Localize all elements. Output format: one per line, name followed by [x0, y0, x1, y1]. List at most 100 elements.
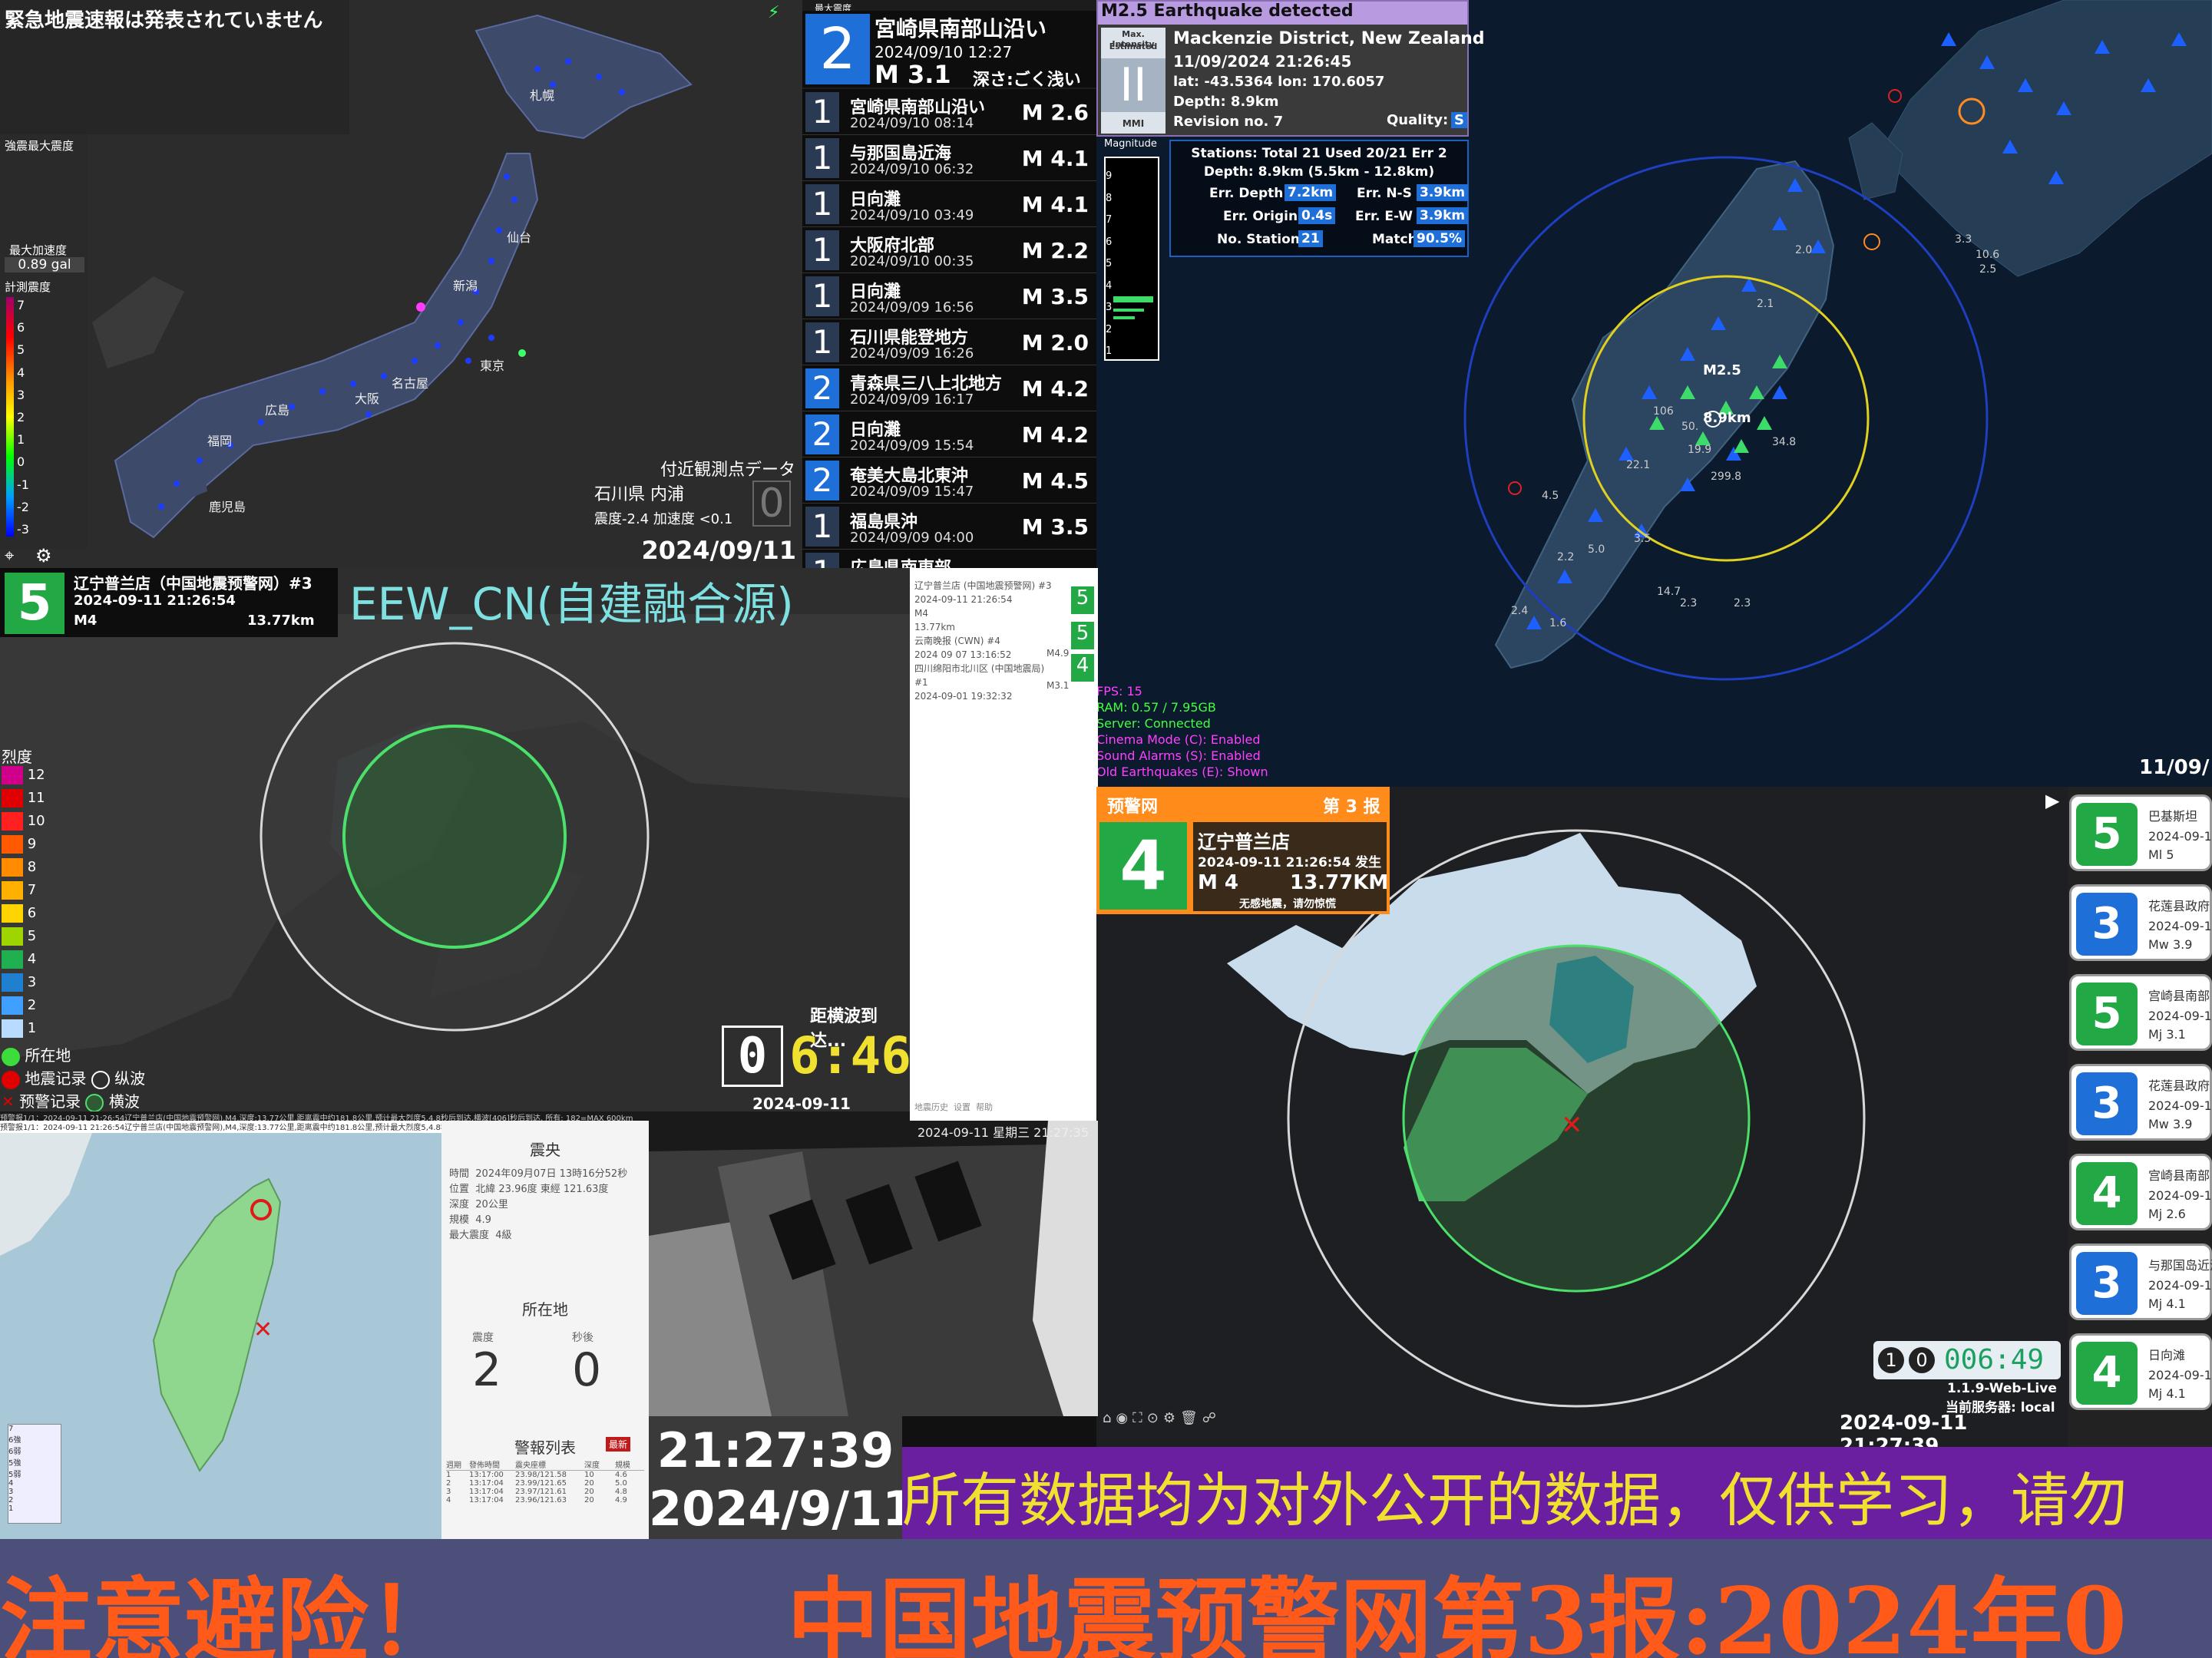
city-label: 仙台 [507, 230, 531, 245]
cn-legend-title: 烈度 [2, 748, 32, 766]
station-value: 2.2 [1557, 551, 1574, 563]
quake-mag: M 4.2 [1021, 376, 1089, 401]
tw-alert-row: 4 13:17:04 23.96/121.63 20 4.9 [446, 1496, 627, 1504]
shindo-badge: 1 [805, 184, 839, 224]
quake-time: 2024/09/10 03:49 [850, 207, 974, 223]
liaoning-eew-panel: ✕ 预警网 第 3 报 4 辽宁普兰店 2024-09-11 21:26:54 … [1096, 787, 2068, 1447]
quake-time: 2024/09/10 00:35 [850, 253, 974, 269]
ln-toolbar-icons[interactable]: ⌂◉⛶⊙⚙🗑☍ [1103, 1410, 1221, 1426]
history-card[interactable]: 5 宫崎县南部 2024-09-1 Mj 3.1 [2069, 974, 2212, 1051]
near-station: 石川県 内浦 [594, 485, 684, 504]
intensity-scale: 7 6 5 4 3 2 1 0 -1 -2 -3 [17, 298, 29, 537]
eew-banner: 緊急地震速報は発表されていません [0, 0, 349, 134]
history-intensity-badge: 3 [2076, 1252, 2138, 1315]
disclaimer-text: 所有数据均为对外公开的数据，仅供学习，请勿 [902, 1466, 2128, 1534]
nz-banner-title: M2.5 Earthquake detected [1098, 2, 1467, 25]
shindo-badge: 1 [805, 553, 839, 568]
disclaimer-banner: 所有数据均为对外公开的数据，仅供学习，请勿 [902, 1447, 2212, 1539]
ln-version: 1.1.9-Web-Live [1947, 1381, 2057, 1396]
station-value: 2.3 [1734, 597, 1751, 609]
latest-time: 2024/09/10 12:27 [875, 43, 1013, 61]
quake-list-item[interactable]: 1 日向灘 2024/09/09 16:56 M 3.5 [802, 273, 1096, 319]
mag-scale: 987654321 [1106, 170, 1113, 357]
station-value: 2.0 [1795, 244, 1812, 256]
gear-icon[interactable]: ⚙ [35, 545, 52, 566]
latest-quake-card[interactable]: 2 宮崎県南部山沿い 2024/09/10 12:27 M 3.1 深さ:ごく浅… [802, 11, 1096, 90]
epicenter-mag-label: M2.5 [1703, 362, 1741, 378]
cn-panel-footer[interactable]: 地震历史 设置 帮助 [914, 1101, 993, 1113]
jp-datetime: 2024/09/11 22:27:38 [641, 536, 797, 565]
locate-icon[interactable]: ⌖ [5, 547, 14, 566]
history-card[interactable]: 3与那国岛近海2024-09-1Mj 4.1 [2069, 1244, 2212, 1320]
intensity-color-bar [6, 297, 14, 537]
quake-time: 2024/09/09 15:54 [850, 438, 974, 454]
city-label: 福岡 [207, 434, 232, 448]
station-value: 19.9 [1688, 444, 1711, 456]
quake-place: 広島県南東部 [850, 554, 951, 568]
station-value: 2.4 [1511, 605, 1528, 617]
cn-history-lines: 辽宁普兰店 (中国地震预警网) #3 2024-09-11 21:26:54 M4 1… [914, 580, 1052, 702]
nearby-station-box: 付近観測点データ 石川県 内浦 震度-2.4 加速度 <0.1 0 [584, 453, 802, 530]
history-card[interactable]: 4 日向滩 2024-09-1 Mj 4.1 [2069, 1333, 2212, 1410]
station-value: 50. [1681, 421, 1698, 433]
quake-list-item[interactable]: 2 青森県三八上北地方 2024/09/09 16:17 M 4.2 [802, 365, 1096, 411]
ln-time: 2024-09-11 21:26:54 发生 [1198, 855, 1382, 870]
ln-mag: M 4 [1198, 871, 1239, 894]
nz-stations: Stations: Total 21 Used 20/21 Err 2 [1191, 146, 1447, 161]
quake-list-item[interactable]: 2 奄美大島北東沖 2024/09/09 15:47 M 4.5 [802, 457, 1096, 504]
history-card[interactable]: 5 巴基斯坦 2024-09-1 Ml 5 [2069, 794, 2212, 871]
station-value: 299.8 [1711, 471, 1741, 483]
lightning-icon: ⚡ [768, 3, 780, 22]
legend-entry: 1 [2, 1019, 63, 1041]
city-label: 大阪 [355, 391, 379, 406]
history-card[interactable]: 3 花莲县政府 2024-09-1 Mw 3.9 [2069, 1064, 2212, 1141]
quake-list-item[interactable]: 2 日向灘 2024/09/09 15:54 M 4.2 [802, 411, 1096, 457]
city-label: 東京 [480, 358, 504, 373]
tw-epicenter-info: 時間 2024年09月07日 13時16分52秒 位置 北緯 23.96度 東經… [449, 1168, 628, 1241]
quake-list-item[interactable]: 1 広島県南東部 [802, 550, 1096, 568]
nz-location: Mackenzie District, New Zealand [1173, 29, 1485, 48]
legend-entry: 7 [2, 881, 63, 903]
station-value: 2.5 [1979, 263, 1996, 276]
nz-debug-info: FPS: 15 RAM: 0.57 / 7.95GB Server: Conne… [1096, 684, 1268, 779]
quake-list-item[interactable]: 1 大阪府北部 2024/09/10 00:35 M 2.2 [802, 227, 1096, 273]
station-value: 5.0 [1588, 543, 1605, 556]
history-card[interactable]: 4 宫崎县南部 2024-09-1 Mj 2.6 [2069, 1154, 2212, 1230]
nz-err-origin: 0.4s [1298, 207, 1336, 224]
play-icon[interactable]: ▶ [2045, 790, 2059, 811]
quake-time: 2024/09/09 16:26 [850, 345, 974, 362]
quake-list-item[interactable]: 1 日向灘 2024/09/10 03:49 M 4.1 [802, 181, 1096, 227]
quake-list-item[interactable]: 1 宮崎県南部山沿い 2024/09/10 08:14 M 2.6 [802, 89, 1096, 135]
cn-place: 辽宁普兰店（中国地震预警网）#3 [74, 574, 312, 593]
quake-list-item[interactable]: 1 石川県能登地方 2024/09/09 16:26 M 2.0 [802, 319, 1096, 365]
nz-intensity-box: Max. Intensity Estimated II MMI [1101, 28, 1166, 134]
city-label: 札幌 [530, 88, 554, 103]
history-card[interactable]: 3 花莲县政府 2024-09-1 Mw 3.9 [2069, 884, 2212, 961]
quake-list-item[interactable]: 1 福島県沖 2024/09/09 04:00 M 3.5 [802, 504, 1096, 550]
cn-countdown-a: 0 [722, 1026, 783, 1087]
latest-place: 宮崎県南部山沿い [875, 16, 1047, 41]
quake-time: 2024/09/10 08:14 [850, 115, 974, 131]
city-label: 広島 [265, 403, 289, 418]
legend-entry: 6 [2, 904, 63, 926]
epicenter-depth-label: 8.9km [1703, 410, 1751, 426]
nz-depth-range: Depth: 8.9km (5.5km - 12.8km) [1203, 164, 1435, 180]
nz-quality-label: Quality: [1387, 112, 1449, 128]
camera-feed: 2024-09-11 星期三 21:27:35 [649, 1121, 1098, 1416]
shindo-badge: 2 [805, 461, 839, 500]
nz-nstations: 21 [1298, 230, 1323, 247]
china-eew-panel: 5 辽宁普兰店（中国地震预警网）#3 2024-09-11 21:26:54 M… [0, 568, 914, 1121]
epicenter-marker: ✕ [253, 1316, 273, 1343]
ln-note: 无感地震，请勿惊慌 [1239, 898, 1336, 910]
station-value: 1.6 [1549, 617, 1566, 629]
japan-earthquake-list: 最大震度 2 宮崎県南部山沿い 2024/09/10 12:27 M 3.1 深… [802, 0, 1096, 568]
nz-intensity-value: II [1101, 58, 1166, 112]
nz-detection-banner: M2.5 Earthquake detected Max. Intensity … [1096, 0, 1485, 137]
quake-mag: M 4.2 [1021, 422, 1089, 448]
marquee-left: 注意避险！ [0, 1567, 461, 1658]
quake-time: 2024/09/09 16:17 [850, 391, 974, 408]
history-badge: 5 [1071, 622, 1094, 649]
tw-alert-row: 2 13:17:04 23.99/121.65 20 5.0 [446, 1479, 627, 1488]
city-label: 鹿児島 [209, 500, 246, 514]
quake-list-item[interactable]: 1 与那国島近海 2024/09/10 06:32 M 4.1 [802, 135, 1096, 181]
